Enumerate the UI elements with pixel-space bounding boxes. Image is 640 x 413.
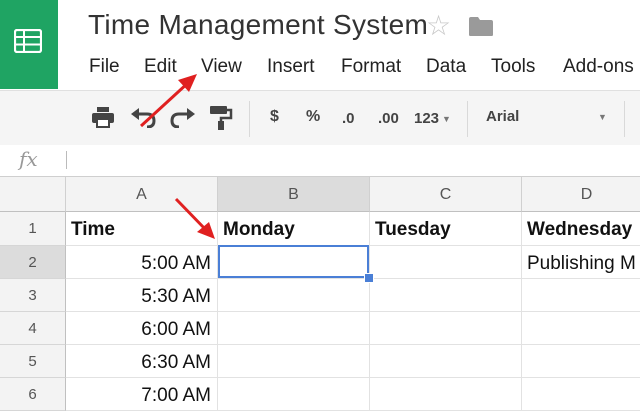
redo-icon[interactable]: [170, 108, 196, 128]
cell-c1[interactable]: Tuesday: [370, 212, 522, 246]
cell-d1[interactable]: Wednesday: [522, 212, 640, 246]
cell-a6[interactable]: 7:00 AM: [66, 378, 218, 411]
font-family-select[interactable]: Arial: [486, 108, 519, 125]
cell-c2[interactable]: [370, 246, 522, 279]
cell-a2[interactable]: 5:00 AM: [66, 246, 218, 279]
cell-a4[interactable]: 6:00 AM: [66, 312, 218, 345]
cell-c6[interactable]: [370, 378, 522, 411]
percent-format-button[interactable]: %: [306, 108, 320, 126]
row-header-4[interactable]: 4: [0, 312, 66, 345]
currency-format-button[interactable]: $: [270, 108, 279, 126]
menu-edit[interactable]: Edit: [144, 56, 177, 78]
cell-b1[interactable]: Monday: [218, 212, 370, 246]
fx-icon: fx: [19, 147, 38, 171]
spreadsheet-grid: A B C D 1 Time Monday Tuesday Wednesday …: [0, 177, 640, 411]
cell-d3[interactable]: [522, 279, 640, 312]
toolbar: $ % .0 .00 123 ▼ Arial ▼: [0, 90, 640, 146]
menu-tools[interactable]: Tools: [491, 56, 535, 78]
cell-c4[interactable]: [370, 312, 522, 345]
cell-c3[interactable]: [370, 279, 522, 312]
decrease-decimal-button[interactable]: .0: [342, 110, 355, 127]
document-title[interactable]: Time Management System: [88, 9, 428, 41]
column-header-b[interactable]: B: [218, 177, 370, 212]
formula-input[interactable]: [76, 151, 636, 171]
row-header-1[interactable]: 1: [0, 212, 66, 246]
cell-c5[interactable]: [370, 345, 522, 378]
row-header-5[interactable]: 5: [0, 345, 66, 378]
more-formats-label: 123: [414, 110, 440, 127]
menu-format[interactable]: Format: [341, 56, 401, 78]
column-header-d[interactable]: D: [522, 177, 640, 212]
chevron-down-icon[interactable]: ▼: [598, 112, 607, 122]
sheets-logo[interactable]: [0, 0, 58, 89]
menu-insert[interactable]: Insert: [267, 56, 315, 78]
toolbar-divider: [624, 101, 625, 137]
print-icon[interactable]: [91, 106, 115, 128]
increase-decimal-button[interactable]: .00: [378, 110, 399, 127]
undo-icon[interactable]: [130, 108, 156, 128]
more-formats-button[interactable]: 123 ▼: [414, 110, 451, 127]
toolbar-divider: [249, 101, 250, 137]
cell-b3[interactable]: [218, 279, 370, 312]
cell-b5[interactable]: [218, 345, 370, 378]
chevron-down-icon: ▼: [442, 114, 451, 125]
cell-a5[interactable]: 6:30 AM: [66, 345, 218, 378]
formula-bar-divider: [66, 151, 67, 169]
menu-file[interactable]: File: [89, 56, 120, 78]
cell-d6[interactable]: [522, 378, 640, 411]
fill-handle[interactable]: [364, 273, 374, 283]
row-header-3[interactable]: 3: [0, 279, 66, 312]
cell-d2[interactable]: Publishing M: [522, 246, 640, 279]
menu-add-ons[interactable]: Add-ons: [563, 56, 634, 78]
folder-icon[interactable]: [468, 16, 494, 37]
row-header-6[interactable]: 6: [0, 378, 66, 411]
paint-format-icon[interactable]: [209, 105, 233, 131]
cell-b6[interactable]: [218, 378, 370, 411]
cell-d5[interactable]: [522, 345, 640, 378]
active-cell-selection: [218, 245, 369, 278]
cell-a1[interactable]: Time: [66, 212, 218, 246]
formula-bar: fx: [0, 145, 640, 177]
select-all-corner[interactable]: [0, 177, 66, 212]
cell-a3[interactable]: 5:30 AM: [66, 279, 218, 312]
toolbar-divider: [467, 101, 468, 137]
cell-b4[interactable]: [218, 312, 370, 345]
sheets-logo-icon: [14, 29, 42, 53]
menu-data[interactable]: Data: [426, 56, 466, 78]
column-header-c[interactable]: C: [370, 177, 522, 212]
menu-view[interactable]: View: [201, 56, 242, 78]
star-icon[interactable]: ☆: [426, 10, 451, 42]
column-header-a[interactable]: A: [66, 177, 218, 212]
cell-d4[interactable]: [522, 312, 640, 345]
row-header-2[interactable]: 2: [0, 246, 66, 279]
